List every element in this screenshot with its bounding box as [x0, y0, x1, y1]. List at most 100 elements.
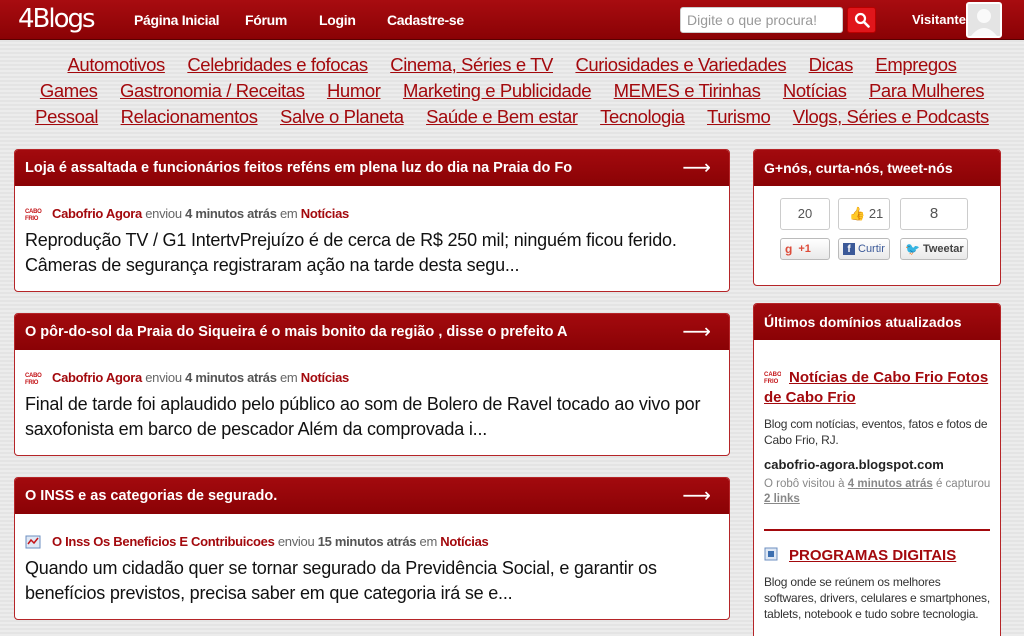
arrow-right-icon[interactable]: ⟶ [682, 478, 711, 514]
post-time: 4 minutos atrás [185, 370, 277, 385]
post-title-bar[interactable]: O INSS e as categorias de segurado. ⟶ [15, 478, 729, 514]
nav-register-link[interactable]: Cadastre-se [387, 12, 464, 28]
latest-domains-box: Últimos domínios atualizados CABO FRIO N… [753, 303, 1001, 636]
category-link[interactable]: MEMES e Tirinhas [614, 80, 761, 101]
arrow-right-icon[interactable]: ⟶ [682, 314, 711, 350]
post-in-label: em [279, 370, 298, 385]
post-author-link[interactable]: Cabofrio Agora [52, 370, 142, 386]
cabofrio-favicon-icon: CABO FRIO [25, 373, 42, 385]
facebook-icon: f [843, 243, 855, 255]
gplus-count: 20 [780, 198, 830, 230]
post-title[interactable]: O pôr-do-sol da Praia do Siqueira é o ma… [25, 324, 568, 340]
twitter-bird-icon: 🐦 [905, 242, 920, 256]
category-link[interactable]: Vlogs, Séries e Podcasts [793, 106, 989, 127]
category-link[interactable]: Dicas [809, 54, 854, 75]
category-link[interactable]: Salve o Planeta [280, 106, 404, 127]
domain-title-link[interactable]: PROGRAMAS DIGITAIS [789, 547, 956, 564]
facebook-count-box: 👍 21 [838, 198, 890, 230]
domain-url[interactable]: cabofrio-agora.blogspot.com [764, 457, 992, 472]
category-link[interactable]: Relacionamentos [121, 106, 258, 127]
category-row: Games Gastronomia / Receitas Humor Marke… [0, 79, 1024, 105]
robot-prefix: O robô visitou à [764, 478, 845, 490]
post-category-link[interactable]: Notícias [301, 206, 349, 222]
category-link[interactable]: Saúde e Bem estar [426, 106, 578, 127]
post-title[interactable]: O INSS e as categorias de segurado. [25, 488, 277, 504]
post-time: 4 minutos atrás [185, 206, 277, 221]
category-link[interactable]: Curiosidades e Variedades [575, 54, 786, 75]
post-sent-label: enviou [277, 534, 315, 549]
post-meta: CABO FRIO Cabofrio Agora enviou 4 minuto… [25, 206, 719, 222]
cabofrio-favicon-icon: CABO FRIO [25, 209, 42, 221]
domains-box-title: Últimos domínios atualizados [754, 304, 1000, 340]
category-link[interactable]: Marketing e Publicidade [403, 80, 592, 101]
category-link[interactable]: Notícias [783, 80, 847, 101]
post-excerpt[interactable]: Reprodução TV / G1 IntertvPrejuízo é de … [25, 228, 719, 278]
search-button[interactable] [847, 7, 876, 33]
category-link[interactable]: Automotivos [67, 54, 165, 75]
post-category-link[interactable]: Notícias [440, 534, 488, 550]
domain-item: CABO FRIO Notícias de Cabo Frio Fotos de… [764, 368, 992, 507]
domain-description: Blog onde se reúnem os melhores software… [764, 575, 990, 621]
search-icon [854, 12, 870, 28]
gplus-icon: g [785, 242, 793, 256]
post-category-link[interactable]: Notícias [301, 370, 349, 386]
post-title[interactable]: Loja é assaltada e funcionários feitos r… [25, 160, 572, 176]
domain-title: Notícias de Cabo Frio Fotos de Cabo Frio [764, 368, 992, 408]
gplus-button[interactable]: g +1 [780, 238, 830, 260]
category-link[interactable]: Humor [327, 80, 381, 101]
category-links: Automotivos Celebridades e fofocas Cinem… [0, 53, 1024, 131]
post-in-label: em [419, 534, 438, 549]
robot-time-link[interactable]: 4 minutos atrás [848, 478, 933, 490]
category-link[interactable]: Tecnologia [600, 106, 685, 127]
category-link[interactable]: Cinema, Séries e TV [390, 54, 553, 75]
svg-text:CABO: CABO [25, 209, 42, 215]
post-meta: O Inss Os Beneficios E Contribuicoes env… [25, 534, 719, 550]
post-sent-label: enviou [145, 370, 182, 385]
category-link[interactable]: Games [40, 80, 98, 101]
domain-title: PROGRAMAS DIGITAIS [764, 546, 992, 566]
category-link[interactable]: Pessoal [35, 106, 98, 127]
divider [764, 529, 990, 531]
site-logo[interactable]: 4Blogs [18, 4, 96, 34]
post-author-link[interactable]: O Inss Os Beneficios E Contribuicoes [52, 534, 275, 550]
svg-text:CABO: CABO [25, 373, 42, 379]
svg-text:CABO: CABO [764, 372, 781, 378]
post-excerpt[interactable]: Final de tarde foi aplaudido pelo públic… [25, 392, 719, 442]
domain-robot-status: O robô visitou à 4 minutos atrás é captu… [764, 477, 992, 507]
post-card: O pôr-do-sol da Praia do Siqueira é o ma… [14, 313, 730, 456]
arrow-right-icon[interactable]: ⟶ [682, 150, 711, 186]
nav-forum-link[interactable]: Fórum [245, 12, 287, 28]
category-link[interactable]: Empregos [875, 54, 957, 75]
thumbs-up-icon: 👍 [849, 206, 866, 221]
post-author-link[interactable]: Cabofrio Agora [52, 206, 142, 222]
nav-home-link[interactable]: Página Inicial [134, 12, 220, 28]
category-link[interactable]: Turismo [707, 106, 771, 127]
cabofrio-favicon-icon: CABO FRIO [764, 372, 781, 384]
svg-text:FRIO: FRIO [764, 379, 779, 384]
domain-title-link[interactable]: Notícias de Cabo Frio Fotos de Cabo Frio [764, 369, 988, 406]
post-title-bar[interactable]: O pôr-do-sol da Praia do Siqueira é o ma… [15, 314, 729, 350]
category-link[interactable]: Celebridades e fofocas [187, 54, 368, 75]
post-excerpt[interactable]: Quando um cidadão quer se tornar segurad… [25, 556, 719, 606]
post-time: 15 minutos atrás [317, 534, 417, 549]
post-title-bar[interactable]: Loja é assaltada e funcionários feitos r… [15, 150, 729, 186]
avatar[interactable] [966, 2, 1002, 38]
category-link[interactable]: Gastronomia / Receitas [120, 80, 305, 101]
visitor-label[interactable]: Visitante [912, 12, 966, 27]
tweet-label: Tweetar [922, 243, 964, 255]
nav-login-link[interactable]: Login [319, 12, 356, 28]
category-link[interactable]: Para Mulheres [869, 80, 985, 101]
search-input[interactable] [680, 7, 843, 33]
robot-links-link[interactable]: 2 links [764, 493, 800, 505]
gplus-label: +1 [798, 243, 811, 255]
post-in-label: em [279, 206, 298, 221]
post-card: O INSS e as categorias de segurado. ⟶ O … [14, 477, 730, 620]
tweet-button[interactable]: 🐦 Tweetar [900, 238, 968, 260]
inss-favicon-icon [25, 535, 41, 549]
svg-text:FRIO: FRIO [25, 216, 39, 221]
facebook-like-button[interactable]: f Curtir [838, 238, 890, 260]
domain-item: PROGRAMAS DIGITAIS Blog onde se reúnem o… [764, 546, 992, 622]
facebook-count: 21 [868, 206, 884, 221]
domain-description: Blog com notícias, eventos, fatos e foto… [764, 417, 988, 447]
category-row: Pessoal Relacionamentos Salve o Planeta … [0, 105, 1024, 131]
